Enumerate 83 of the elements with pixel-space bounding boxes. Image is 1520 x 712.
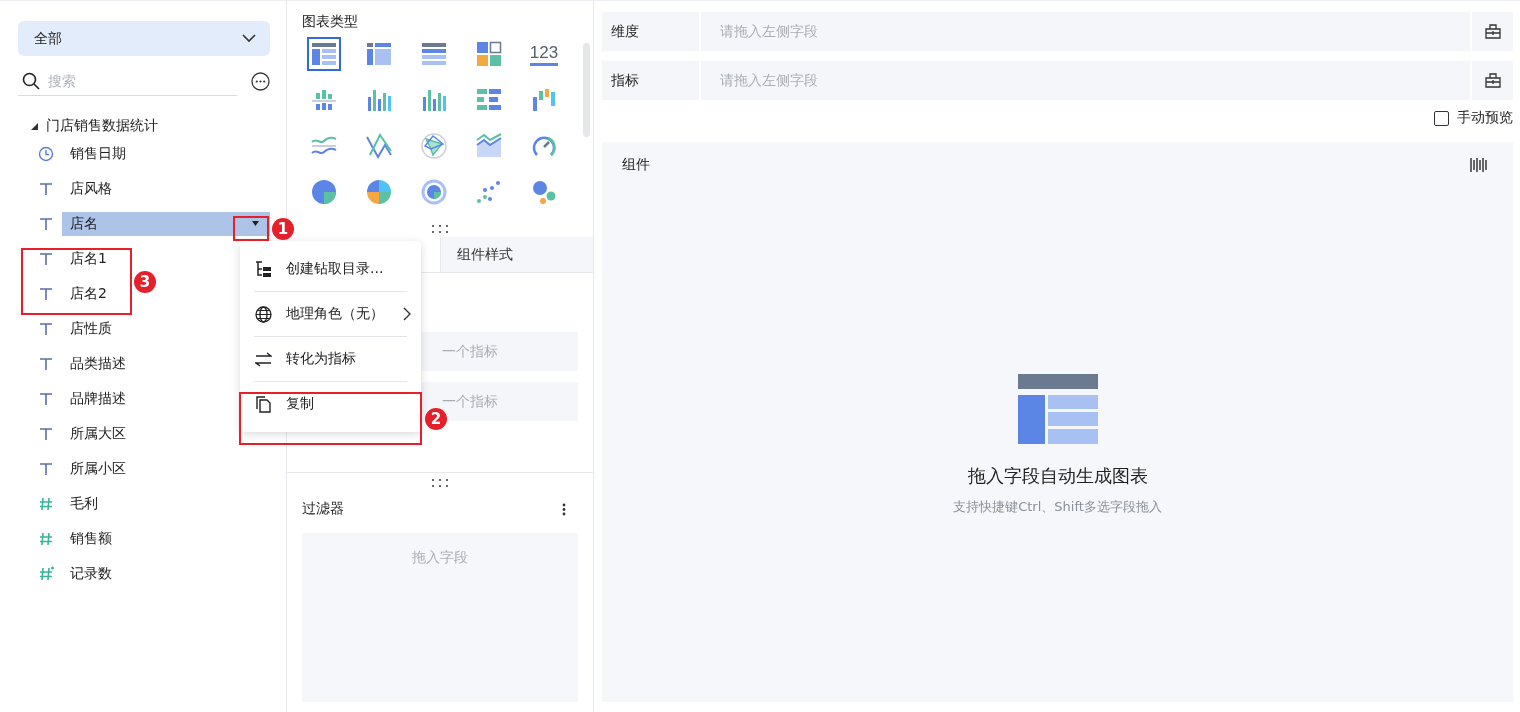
table-icon	[366, 41, 392, 67]
tree-group[interactable]: 门店销售数据统计	[18, 116, 270, 136]
table-icon	[311, 41, 337, 67]
field-label: 店风格	[70, 179, 112, 198]
bar-chart-icon	[531, 87, 557, 113]
panel-title: 组件	[622, 156, 650, 174]
copy-icon	[255, 395, 272, 413]
bar-chart-icon	[311, 87, 337, 113]
section-title: 图表类型	[302, 13, 359, 31]
pie-chart-icon	[366, 179, 392, 205]
selected-field[interactable]: 店名	[62, 211, 270, 236]
empty-state-hint: 支持快捷键Ctrl、Shift多选字段拖入	[953, 498, 1162, 516]
radar-chart-icon	[421, 133, 447, 159]
chevron-right-icon	[403, 307, 411, 321]
text-type-icon	[38, 250, 54, 267]
bar-chart-icon	[476, 87, 502, 113]
field-item[interactable]: 所属小区	[62, 456, 270, 481]
text-type-icon	[38, 355, 54, 372]
field-label: 品类描述	[70, 354, 126, 373]
expand-triangle-icon	[31, 122, 38, 130]
field-label: 销售日期	[70, 144, 126, 163]
field-label: 所属大区	[70, 424, 126, 443]
text-type-icon	[38, 320, 54, 337]
bar-chart-icon	[366, 87, 392, 113]
field-label: 品牌描述	[70, 389, 126, 408]
tiles-icon	[476, 41, 502, 67]
swap-icon	[255, 350, 272, 368]
pie-chart-icon	[311, 179, 337, 205]
globe-icon	[255, 305, 272, 323]
tab[interactable]: 组件样式	[439, 237, 593, 272]
toolbox-icon[interactable]	[1484, 24, 1501, 39]
chart-type-button[interactable]: 123	[527, 37, 561, 71]
field-label: 所属小区	[70, 459, 126, 478]
field-item[interactable]: 销售额	[62, 526, 270, 551]
text-type-icon	[38, 215, 54, 232]
field-item[interactable]: 毛利	[62, 491, 270, 516]
text-type-icon	[38, 180, 54, 197]
menu-item[interactable]: 创建钻取目录...	[240, 247, 421, 291]
table-icon	[421, 41, 447, 67]
donut-chart-icon	[421, 179, 447, 205]
hash-icon	[38, 530, 54, 547]
bubble-chart-icon	[531, 179, 557, 205]
chart-type-button[interactable]	[307, 37, 341, 71]
section-title: 过滤器	[302, 500, 344, 518]
field-label: 店名1	[70, 249, 107, 268]
bar-chart-icon	[421, 87, 447, 113]
caret-down-icon	[251, 221, 259, 226]
scope-dropdown[interactable]: 全部	[18, 21, 270, 56]
field-label: 销售额	[70, 529, 112, 548]
line-chart-icon	[366, 133, 392, 159]
text-type-icon	[38, 285, 54, 302]
text-type-icon	[38, 425, 54, 442]
step-badge: 3	[134, 271, 156, 293]
field-label: 记录数	[70, 564, 112, 583]
shelf-label: 指标	[602, 61, 699, 100]
hash-icon	[38, 495, 54, 512]
hash-icon	[38, 565, 54, 582]
more-icon[interactable]	[251, 71, 270, 91]
chevron-down-icon	[242, 34, 256, 43]
text-type-icon	[38, 460, 54, 477]
scrollbar[interactable]	[583, 43, 590, 137]
scatter-chart-icon	[476, 179, 502, 205]
text-type-icon	[38, 390, 54, 407]
barcode-icon[interactable]	[1470, 157, 1487, 173]
highlight-frame	[233, 216, 269, 241]
empty-state-title: 拖入字段自动生成图表	[967, 464, 1148, 488]
clock-icon	[38, 145, 54, 162]
toolbox-icon[interactable]	[1484, 73, 1501, 88]
field-item[interactable]: 记录数	[62, 561, 270, 586]
hierarchy-icon	[255, 260, 272, 278]
area-chart-icon	[476, 133, 502, 159]
shelf-label: 维度	[602, 12, 699, 51]
field-label: 毛利	[70, 494, 98, 513]
field-label: 店名	[70, 214, 98, 233]
field-item[interactable]: 销售日期	[62, 141, 270, 166]
step-badge: 2	[425, 408, 447, 430]
manual-preview-checkbox[interactable]: 手动预览	[1434, 109, 1513, 127]
step-badge: 1	[272, 218, 294, 240]
field-item[interactable]: 店风格	[62, 176, 270, 201]
field-label: 店性质	[70, 319, 112, 338]
more-vertical-icon[interactable]	[562, 502, 566, 516]
search-icon	[22, 72, 40, 90]
search-field[interactable]: 搜索	[18, 66, 237, 96]
